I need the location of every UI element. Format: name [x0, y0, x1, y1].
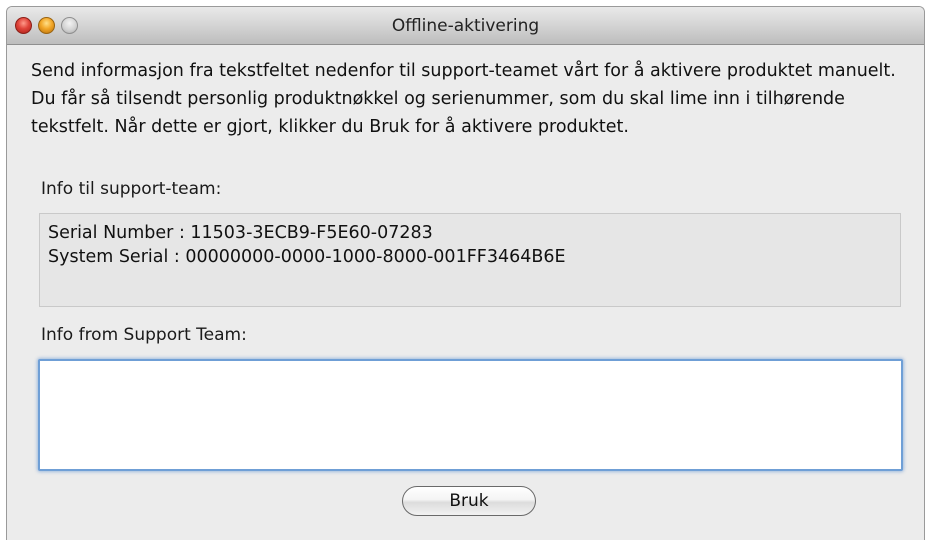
info-to-support-box[interactable]: Serial Number : 11503-3ECB9-F5E60-07283 …: [39, 213, 901, 307]
apply-button[interactable]: Bruk: [402, 486, 536, 516]
close-button[interactable]: [15, 17, 32, 34]
info-from-support-label: Info from Support Team:: [41, 325, 247, 345]
title-bar[interactable]: Offline-aktivering: [7, 7, 924, 45]
info-from-support-input[interactable]: [38, 359, 903, 471]
zoom-button[interactable]: [61, 17, 78, 34]
window-title: Offline-aktivering: [391, 16, 540, 36]
minimize-button[interactable]: [38, 17, 55, 34]
dialog-window: Offline-aktivering Send informasjon fra …: [6, 6, 925, 540]
info-to-support-label: Info til support-team:: [41, 179, 222, 199]
instructions-text: Send informasjon fra tekstfeltet nedenfo…: [31, 61, 896, 137]
system-serial-line: System Serial : 00000000-0000-1000-8000-…: [48, 247, 566, 267]
serial-number-line: Serial Number : 11503-3ECB9-F5E60-07283: [48, 223, 433, 243]
